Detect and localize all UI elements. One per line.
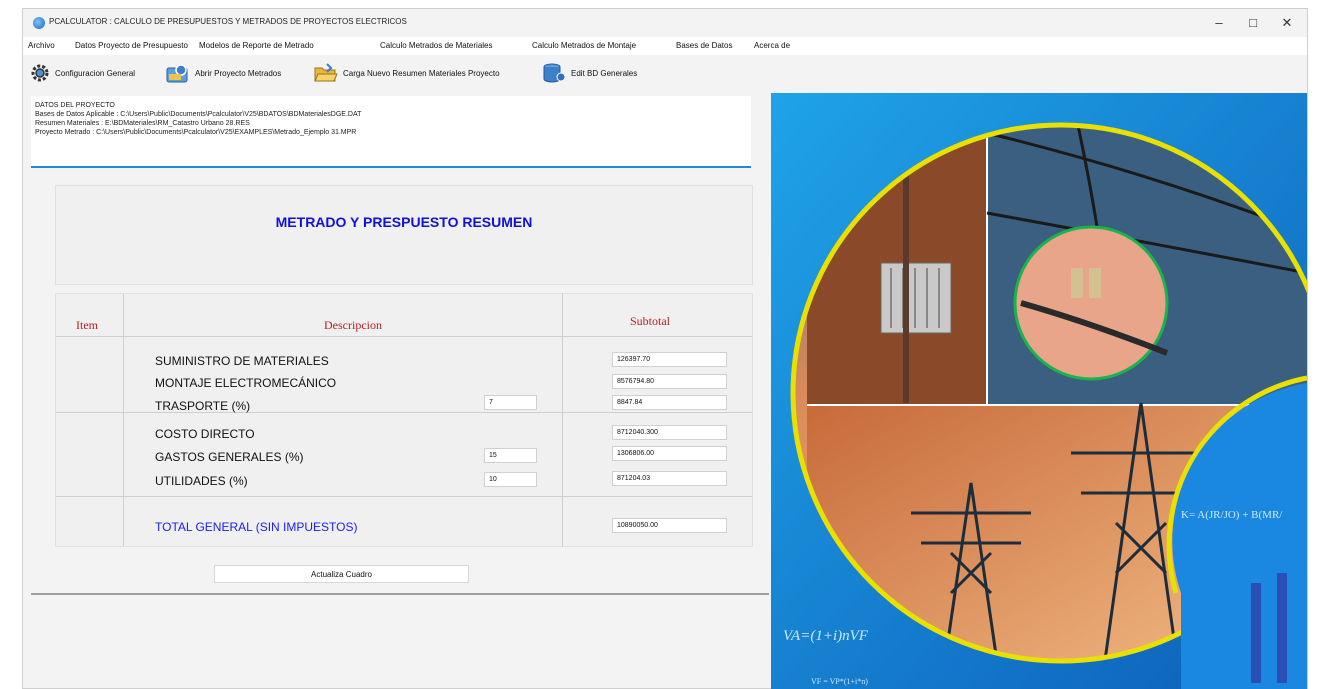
menu-acerca-de[interactable]: Acerca de (754, 41, 790, 50)
config-label: Configuracion General (55, 68, 136, 78)
row-label: MONTAJE ELECTROMECÁNICO (155, 376, 337, 390)
menu-modelos-reporte[interactable]: Modelos de Reporte de Metrado (199, 41, 314, 50)
total-field[interactable]: 10890050.00 (612, 518, 727, 533)
subtotal-field[interactable]: 871204.03 (612, 471, 727, 486)
bottom-divider (31, 593, 769, 595)
project-info-heading: DATOS DEL PROYECTO (35, 102, 115, 109)
subtotal-field[interactable]: 8847.84 (612, 395, 727, 410)
menu-bases-datos[interactable]: Bases de Datos (676, 41, 732, 50)
menu-calculo-montaje[interactable]: Calculo Metrados de Montaje (532, 41, 636, 50)
header-subtotal: Subtotal (630, 314, 671, 328)
formula-text: K= A(JR/JO) + B(MR/ (1181, 509, 1283, 521)
table-divider (123, 294, 124, 546)
percent-field[interactable]: 10 (484, 472, 537, 487)
summary-title-box: METRADO Y PRESPUESTO RESUMEN (55, 185, 753, 285)
decorative-hero-image: K= A(JR/JO) + B(MR/ VA=(1+i)nVF VF = VP*… (771, 93, 1307, 689)
table-divider (562, 294, 563, 546)
project-path: Proyecto Metrado : C:\Users\Public\Docum… (35, 129, 357, 136)
electrical-collage-image (771, 93, 1307, 689)
close-button[interactable]: ✕ (1267, 13, 1307, 33)
update-table-button[interactable]: Actualiza Cuadro (214, 565, 469, 583)
config-button[interactable]: Configuracion General (29, 61, 135, 85)
edit-db-button[interactable]: Edit BD Generales (541, 61, 637, 85)
table-divider (56, 336, 752, 337)
open-project-icon (166, 64, 188, 83)
subtotal-field[interactable]: 8576794.80 (612, 374, 727, 389)
project-info-panel: DATOS DEL PROYECTO Bases de Datos Aplica… (31, 96, 751, 168)
database-icon (543, 63, 566, 83)
open-project-label: Abrir Proyecto Metrados (195, 68, 282, 78)
subtotal-field[interactable]: 8712040.300 (612, 425, 727, 440)
percent-field[interactable]: 7 (484, 395, 537, 410)
menu-archivo[interactable]: Archivo (28, 41, 55, 50)
load-summary-label: Carga Nuevo Resumen Materiales Proyecto (343, 68, 500, 78)
load-summary-button[interactable]: Carga Nuevo Resumen Materiales Proyecto (313, 61, 500, 85)
row-label: SUMINISTRO DE MATERIALES (155, 354, 329, 368)
app-logo-icon (33, 17, 45, 29)
percent-field[interactable]: 15 (484, 448, 537, 463)
app-window: PCALCULATOR : CALCULO DE PRESUPUESTOS Y … (22, 8, 1308, 689)
header-descripcion: Descripcion (324, 318, 382, 332)
row-label: GASTOS GENERALES (%) (155, 450, 304, 464)
row-label: COSTO DIRECTO (155, 427, 255, 441)
row-label: TRASPORTE (%) (155, 399, 251, 413)
load-folder-icon (314, 63, 338, 82)
menu-datos-proyecto[interactable]: Datos Proyecto de Presupuesto (75, 41, 188, 50)
table-divider (56, 496, 752, 497)
database-path: Bases de Datos Aplicable : C:\Users\Publ… (35, 111, 362, 118)
toolbar: Configuracion General Abrir Proyecto Met… (23, 55, 1307, 91)
title-bar: PCALCULATOR : CALCULO DE PRESUPUESTOS Y … (23, 9, 1307, 37)
summary-table: Item Descripcion Subtotal SUMINISTRO DE … (55, 293, 753, 547)
formula-text: VF = VP*(1+i*n) (811, 677, 868, 686)
subtotal-field[interactable]: 1306806.00 (612, 446, 727, 461)
total-label: TOTAL GENERAL (SIN IMPUESTOS) (155, 520, 358, 534)
summary-title: METRADO Y PRESPUESTO RESUMEN (275, 214, 533, 230)
menu-bar: Archivo Datos Proyecto de Presupuesto Mo… (23, 37, 1307, 55)
open-project-button[interactable]: Abrir Proyecto Metrados (165, 61, 281, 85)
row-label: UTILIDADES (%) (155, 474, 248, 488)
header-item: Item (76, 318, 98, 332)
formula-text: VA=(1+i)nVF (783, 628, 868, 644)
subtotal-field[interactable]: 126397.70 (612, 352, 727, 367)
menu-calculo-materiales[interactable]: Calculo Metrados de Materiales (380, 41, 493, 50)
summary-path: Resumen Materiales : E:\BDMateriales\RM_… (35, 120, 250, 127)
gear-icon (31, 64, 49, 82)
edit-db-label: Edit BD Generales (571, 68, 638, 78)
window-title: PCALCULATOR : CALCULO DE PRESUPUESTOS Y … (49, 17, 407, 26)
